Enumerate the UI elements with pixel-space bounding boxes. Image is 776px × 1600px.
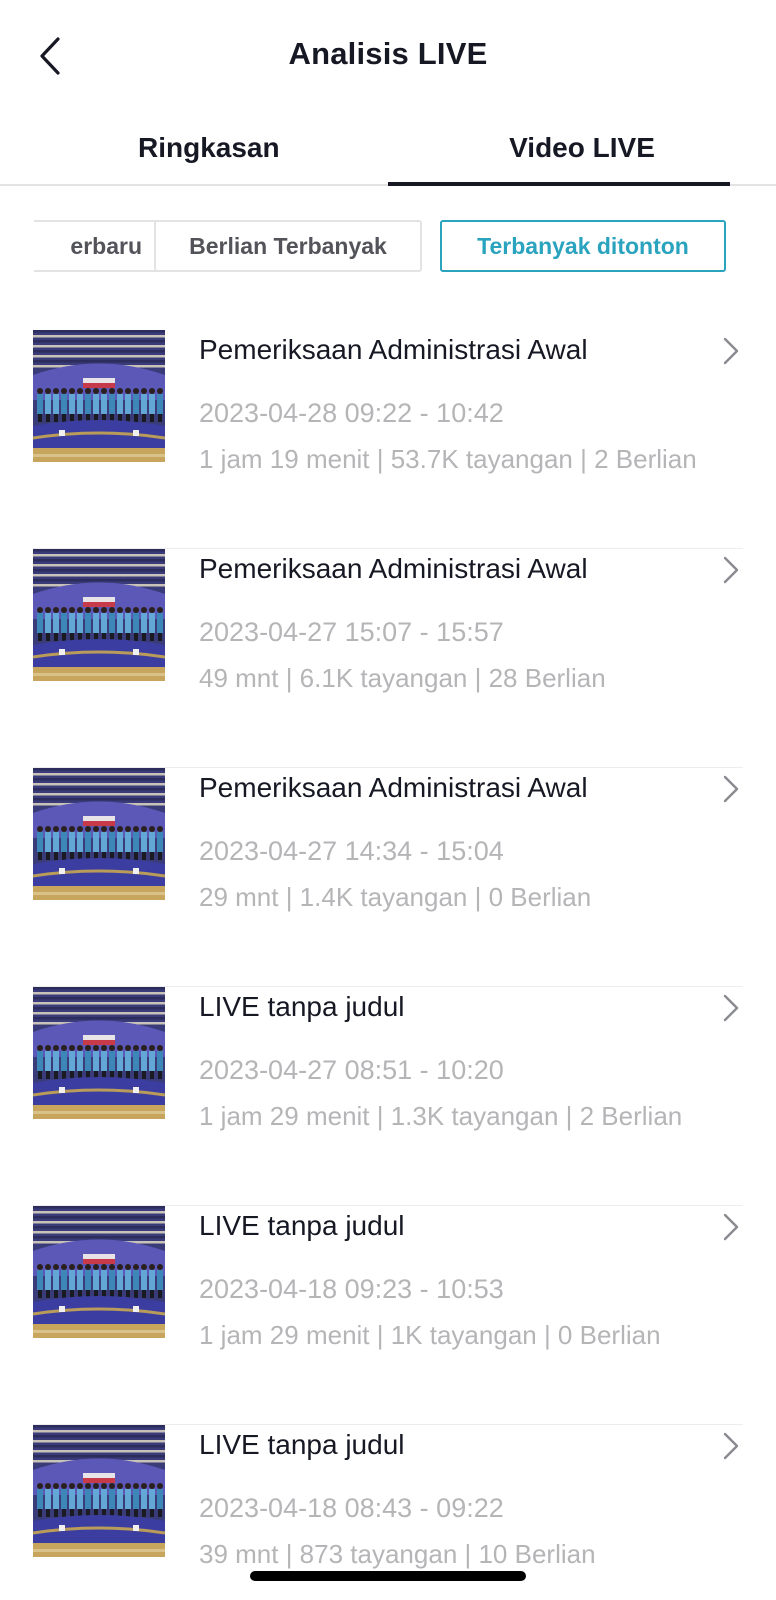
page-title: Analisis LIVE: [288, 36, 488, 71]
video-list-item[interactable]: Pemeriksaan Administrasi Awal 2023-04-27…: [33, 549, 743, 768]
video-stats: 1 jam 29 menit | 1K tayangan | 0 Berlian: [199, 1320, 661, 1350]
video-stats: 49 mnt | 6.1K tayangan | 28 Berlian: [199, 663, 606, 693]
chevron-right-icon: [723, 556, 739, 584]
filter-berlian-terbanyak[interactable]: Berlian Terbanyak: [154, 220, 422, 272]
chevron-right-icon: [723, 1213, 739, 1241]
home-indicator: [250, 1571, 526, 1581]
video-title: Pemeriksaan Administrasi Awal: [199, 553, 588, 584]
video-list-item[interactable]: LIVE tanpa judul 2023-04-18 09:23 - 10:5…: [33, 1206, 743, 1425]
video-title: Pemeriksaan Administrasi Awal: [199, 334, 588, 365]
video-thumbnail: [33, 1206, 165, 1338]
video-thumbnail: [33, 549, 165, 681]
video-list-item[interactable]: Pemeriksaan Administrasi Awal 2023-04-28…: [33, 330, 743, 549]
video-list: Pemeriksaan Administrasi Awal 2023-04-28…: [33, 330, 743, 1600]
video-thumbnail: [33, 330, 165, 462]
filter-terbaru[interactable]: erbaru: [34, 220, 170, 272]
video-thumbnail: [33, 768, 165, 900]
video-date: 2023-04-27 08:51 - 10:20: [199, 1055, 504, 1085]
tab-video-live[interactable]: Video LIVE: [388, 112, 776, 186]
tab-bar: Ringkasan Video LIVE: [0, 112, 776, 186]
filter-terbanyak-ditonton[interactable]: Terbanyak ditonton: [440, 220, 726, 272]
header: Analisis LIVE: [0, 0, 776, 112]
video-date: 2023-04-18 08:43 - 09:22: [199, 1493, 504, 1523]
video-stats: 29 mnt | 1.4K tayangan | 0 Berlian: [199, 882, 592, 912]
chevron-right-icon: [723, 994, 739, 1022]
video-list-item[interactable]: LIVE tanpa judul 2023-04-27 08:51 - 10:2…: [33, 987, 743, 1206]
chevron-right-icon: [723, 1432, 739, 1460]
chevron-right-icon: [723, 337, 739, 365]
video-stats: 1 jam 19 menit | 53.7K tayangan | 2 Berl…: [199, 444, 697, 474]
thumbnail-image: [33, 330, 165, 462]
thumbnail-image: [33, 987, 165, 1119]
video-title: LIVE tanpa judul: [199, 991, 405, 1022]
video-date: 2023-04-28 09:22 - 10:42: [199, 398, 504, 428]
video-date: 2023-04-18 09:23 - 10:53: [199, 1274, 504, 1304]
thumbnail-image: [33, 768, 165, 900]
video-thumbnail: [33, 1425, 165, 1557]
tab-ringkasan[interactable]: Ringkasan: [0, 112, 388, 184]
video-stats: 39 mnt | 873 tayangan | 10 Berlian: [199, 1539, 596, 1569]
video-date: 2023-04-27 14:34 - 15:04: [199, 836, 504, 866]
thumbnail-image: [33, 1206, 165, 1338]
chevron-right-icon: [723, 775, 739, 803]
video-title: LIVE tanpa judul: [199, 1210, 405, 1241]
video-stats: 1 jam 29 menit | 1.3K tayangan | 2 Berli…: [199, 1101, 683, 1131]
video-thumbnail: [33, 987, 165, 1119]
video-date: 2023-04-27 15:07 - 15:57: [199, 617, 504, 647]
thumbnail-image: [33, 549, 165, 681]
app-screen: Analisis LIVE Ringkasan Video LIVE erbar…: [0, 0, 776, 1600]
video-title: Pemeriksaan Administrasi Awal: [199, 772, 588, 803]
filter-chip-row: erbaru Berlian Terbanyak Terbanyak diton…: [34, 220, 776, 278]
video-title: LIVE tanpa judul: [199, 1429, 405, 1460]
video-list-item[interactable]: Pemeriksaan Administrasi Awal 2023-04-27…: [33, 768, 743, 987]
thumbnail-image: [33, 1425, 165, 1557]
